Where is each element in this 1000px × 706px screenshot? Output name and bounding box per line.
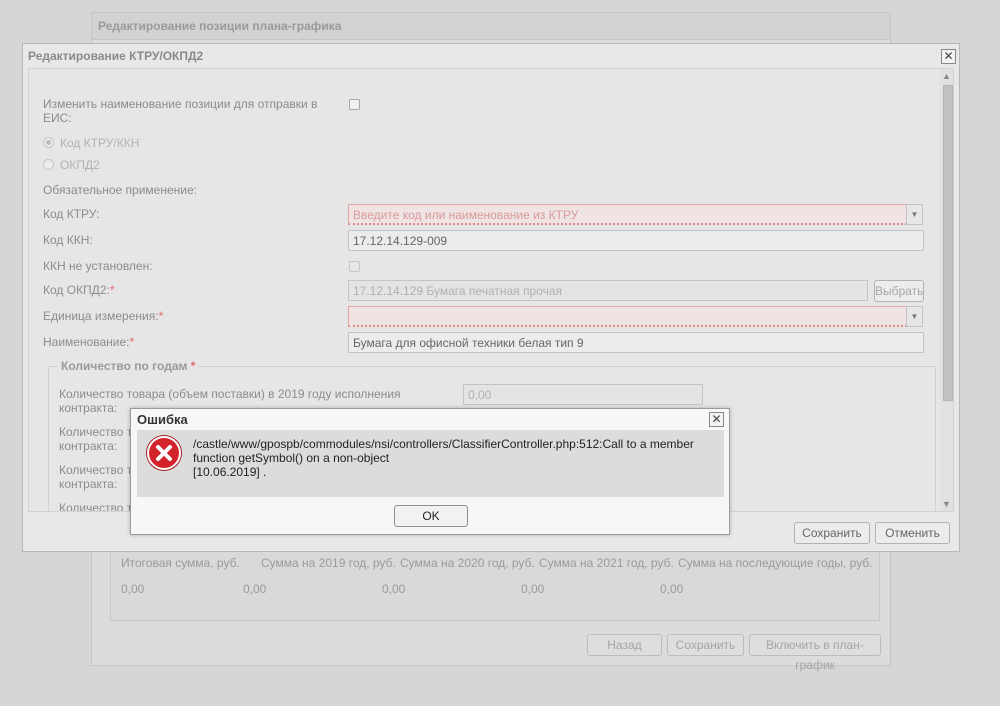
error-icon xyxy=(147,436,181,470)
sum-2020-header: Сумма на 2020 год, руб. xyxy=(400,556,535,570)
qty-row3-label: Количество то контракта: xyxy=(59,463,139,491)
unit-select[interactable] xyxy=(348,306,907,327)
mandatory-label: Обязательное применение: xyxy=(43,183,197,197)
kkn-unset-checkbox[interactable] xyxy=(349,261,360,272)
sum-2019-value: 0,00 xyxy=(243,582,267,596)
sum-total-value: 0,00 xyxy=(121,582,145,596)
qty-row2-label: Количество то контракта: xyxy=(59,425,139,453)
unit-label: Единица измерения:* xyxy=(43,309,164,323)
sum-2021-value: 0,00 xyxy=(521,582,545,596)
rename-checkbox[interactable] xyxy=(349,99,360,110)
kkn-input[interactable]: 17.12.14.129-009 xyxy=(348,230,924,251)
scroll-thumb[interactable] xyxy=(943,85,953,401)
cancel-button[interactable]: Отменить xyxy=(875,522,950,544)
back-button[interactable]: Назад xyxy=(587,634,662,656)
dialog-scrollbar[interactable]: ▲ ▼ xyxy=(940,69,953,511)
scroll-down-icon[interactable]: ▼ xyxy=(942,499,951,509)
close-icon[interactable]: ✕ xyxy=(941,49,956,64)
sum-2019-header: Сумма на 2019 год, руб. xyxy=(261,556,396,570)
radio-okpd2[interactable] xyxy=(43,159,54,170)
rename-label: Изменить наименование позиции для отправ… xyxy=(43,97,318,125)
sum-2021-header: Сумма на 2021 год, руб. xyxy=(539,556,674,570)
sum-later-header: Сумма на последующие годы, руб. xyxy=(678,556,873,570)
name-input[interactable]: Бумага для офисной техники белая тип 9 xyxy=(348,332,924,353)
error-dialog: Ошибка ✕ /castle/www/gpospb/commodules/n… xyxy=(130,408,730,535)
okpd2-input[interactable]: 17.12.14.129 Бумага печатная прочая xyxy=(348,280,868,301)
kkn-label: Код ККН: xyxy=(43,233,93,247)
scroll-up-icon[interactable]: ▲ xyxy=(942,71,951,81)
chevron-down-icon[interactable]: ▼ xyxy=(906,306,923,327)
radio-ktru-label: Код КТРУ/ККН xyxy=(60,136,140,150)
ktru-label: Код КТРУ: xyxy=(43,207,100,221)
choose-button[interactable]: Выбрать xyxy=(874,280,924,302)
plan-save-button[interactable]: Сохранить xyxy=(667,634,744,656)
dialog-title: Редактирование КТРУ/ОКПД2 xyxy=(28,49,204,63)
sum-total-header: Итоговая сумма, руб. xyxy=(121,556,240,570)
sum-2020-value: 0,00 xyxy=(382,582,406,596)
error-panel: /castle/www/gpospb/commodules/nsi/contro… xyxy=(137,430,724,497)
plan-schedule-title: Редактирование позиции плана-графика xyxy=(92,13,890,40)
error-message-line: function getSymbol() on a non-object xyxy=(193,451,390,465)
qty-row4-label: Количество то xyxy=(59,501,139,512)
ok-button[interactable]: OK xyxy=(394,505,468,527)
error-message: /castle/www/gpospb/commodules/nsi/contro… xyxy=(193,437,713,479)
save-button[interactable]: Сохранить xyxy=(794,522,870,544)
kkn-unset-label: ККН не установлен: xyxy=(43,259,153,273)
error-message-line: /castle/www/gpospb/commodules/nsi/contro… xyxy=(193,437,694,451)
close-icon[interactable]: ✕ xyxy=(709,412,724,427)
radio-okpd2-label: ОКПД2 xyxy=(60,158,100,172)
error-message-line: [10.06.2019] . xyxy=(193,465,267,479)
radio-ktru[interactable] xyxy=(43,137,54,148)
qty-2019-input[interactable]: 0,00 xyxy=(463,384,703,405)
error-title: Ошибка xyxy=(137,412,188,427)
include-in-plan-button[interactable]: Включить в план-график xyxy=(749,634,881,672)
years-legend: Количество по годам * xyxy=(58,359,199,373)
okpd2-label: Код ОКПД2:* xyxy=(43,283,115,297)
ktru-input[interactable]: Введите код или наименование из КТРУ xyxy=(348,204,907,225)
sum-later-value: 0,00 xyxy=(660,582,684,596)
name-label: Наименование:* xyxy=(43,335,135,349)
chevron-down-icon[interactable]: ▼ xyxy=(906,204,923,225)
